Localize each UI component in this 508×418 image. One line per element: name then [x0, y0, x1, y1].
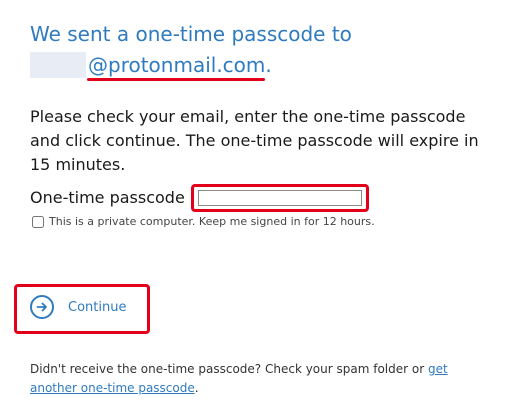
remember-me-checkbox[interactable] [32, 215, 44, 228]
otp-label: One-time passcode [30, 188, 185, 207]
email-domain: @protonmail.com. [88, 53, 272, 77]
remember-me-label: This is a private computer. Keep me sign… [49, 215, 375, 228]
redacted-email-username [30, 52, 86, 78]
continue-label: Continue [68, 299, 127, 315]
otp-field-row: One-time passcode [30, 184, 369, 212]
otp-input-highlight [190, 184, 369, 212]
resend-help-text: Didn't receive the one-time passcode? Ch… [30, 360, 470, 398]
instructions-text: Please check your email, enter the one-t… [30, 107, 479, 174]
arrow-right-circle-icon [30, 295, 54, 319]
remember-me-row: This is a private computer. Keep me sign… [30, 215, 375, 228]
page-title: We sent a one-time passcode to [30, 22, 352, 46]
continue-button[interactable]: Continue [30, 295, 126, 319]
resend-help-prefix: Didn't receive the one-time passcode? Ch… [30, 362, 428, 376]
annotation-underline [87, 78, 265, 81]
otp-verification-page: We sent a one-time passcode to @protonma… [0, 0, 508, 418]
otp-input[interactable] [197, 190, 362, 206]
recipient-email: @protonmail.com. [30, 50, 272, 80]
resend-help-suffix: . [194, 381, 199, 395]
